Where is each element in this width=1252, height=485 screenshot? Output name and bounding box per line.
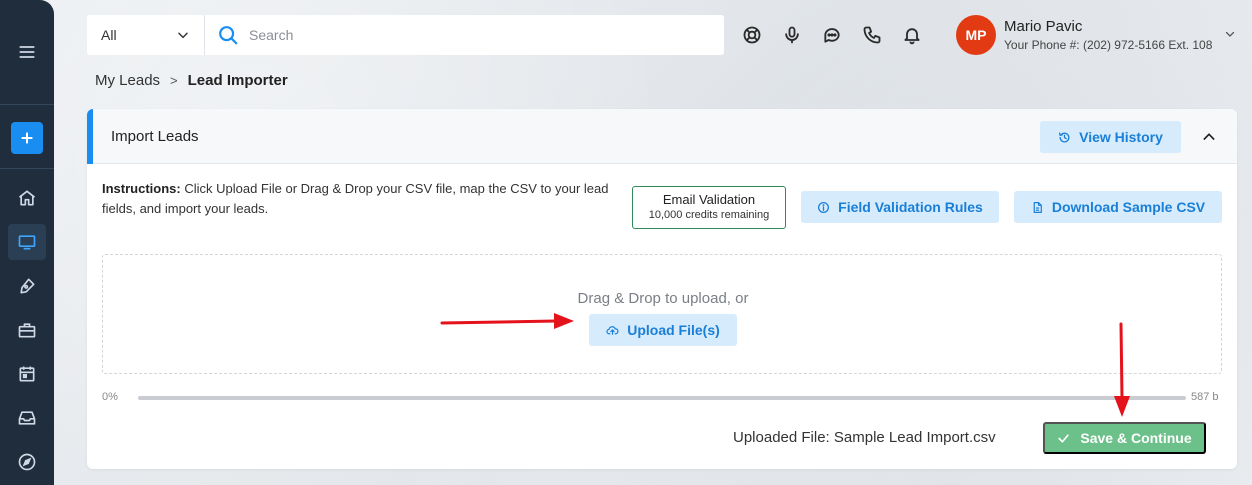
- home-icon[interactable]: [8, 180, 46, 216]
- import-leads-card: Import Leads View History Instructions: …: [87, 109, 1237, 469]
- search-scope-value: All: [101, 27, 117, 43]
- annotation-arrow-down: [1114, 322, 1130, 417]
- search-scope-select[interactable]: All: [87, 15, 205, 55]
- breadcrumb-link-my-leads[interactable]: My Leads: [95, 72, 160, 89]
- chevron-down-icon[interactable]: [1224, 28, 1236, 40]
- cloud-upload-icon: [606, 325, 619, 335]
- search-input-wrap: [205, 24, 724, 46]
- email-validation-credits: 10,000 credits remaining: [648, 209, 770, 221]
- upload-progress-bar: [138, 396, 1186, 400]
- download-sample-csv-label: Download Sample CSV: [1051, 199, 1206, 215]
- plus-icon: [21, 132, 33, 144]
- upload-files-button[interactable]: Upload File(s): [589, 314, 737, 346]
- view-history-button[interactable]: View History: [1040, 121, 1181, 153]
- user-phone: Your Phone #: (202) 972-5166 Ext. 108: [1004, 38, 1213, 52]
- menu-icon[interactable]: [8, 34, 46, 70]
- info-icon: [818, 201, 830, 213]
- microphone-icon[interactable]: [781, 24, 803, 46]
- file-icon: [1033, 201, 1042, 213]
- check-icon: [1058, 433, 1070, 443]
- dropzone-text: Drag & Drop to upload, or: [577, 290, 749, 307]
- save-continue-button[interactable]: Save & Continue: [1043, 422, 1206, 454]
- breadcrumb-separator: >: [170, 73, 178, 88]
- card-header: Import Leads View History: [87, 109, 1237, 164]
- field-validation-rules-label: Field Validation Rules: [838, 199, 983, 215]
- search-input[interactable]: [249, 27, 689, 43]
- user-name: Mario Pavic: [1004, 18, 1083, 35]
- add-new-button[interactable]: [11, 122, 43, 154]
- instructions-text: Instructions: Click Upload File or Drag …: [102, 179, 622, 219]
- pen-icon[interactable]: [8, 268, 46, 304]
- search-icon: [219, 26, 238, 45]
- history-icon: [1059, 132, 1070, 142]
- progress-size: 587 b: [1191, 391, 1219, 403]
- chevron-up-icon[interactable]: [1201, 129, 1217, 145]
- card-title: Import Leads: [111, 128, 199, 145]
- breadcrumb: My Leads > Lead Importer: [95, 72, 288, 89]
- email-validation-badge[interactable]: Email Validation 10,000 credits remainin…: [632, 186, 786, 229]
- phone-icon[interactable]: [861, 24, 883, 46]
- view-history-label: View History: [1079, 129, 1163, 145]
- annotation-arrow-right: [440, 313, 574, 329]
- upload-files-label: Upload File(s): [627, 322, 720, 338]
- progress-percent: 0%: [102, 391, 118, 403]
- support-icon[interactable]: [741, 24, 763, 46]
- uploaded-file-text: Uploaded File: Sample Lead Import.csv: [733, 429, 996, 446]
- compass-icon[interactable]: [8, 444, 46, 480]
- inbox-icon[interactable]: [8, 400, 46, 436]
- sidebar-divider: [0, 104, 54, 105]
- avatar[interactable]: MP: [956, 15, 996, 55]
- save-continue-label: Save & Continue: [1080, 430, 1192, 446]
- chevron-down-icon: [178, 32, 188, 39]
- file-dropzone[interactable]: Drag & Drop to upload, or Upload File(s): [102, 254, 1222, 374]
- global-search: All: [87, 15, 724, 55]
- field-validation-rules-button[interactable]: Field Validation Rules: [801, 191, 999, 223]
- briefcase-icon[interactable]: [8, 312, 46, 348]
- breadcrumb-current: Lead Importer: [187, 72, 288, 89]
- email-validation-title: Email Validation: [662, 192, 756, 207]
- sidebar: [0, 0, 54, 485]
- download-sample-csv-button[interactable]: Download Sample CSV: [1014, 191, 1222, 223]
- sidebar-divider: [0, 168, 54, 169]
- calendar-icon[interactable]: [8, 356, 46, 392]
- monitor-icon[interactable]: [8, 224, 46, 260]
- chat-icon[interactable]: [821, 24, 843, 46]
- bell-icon[interactable]: [901, 24, 923, 46]
- card-accent-bar: [87, 109, 93, 164]
- instructions-label: Instructions:: [102, 181, 181, 196]
